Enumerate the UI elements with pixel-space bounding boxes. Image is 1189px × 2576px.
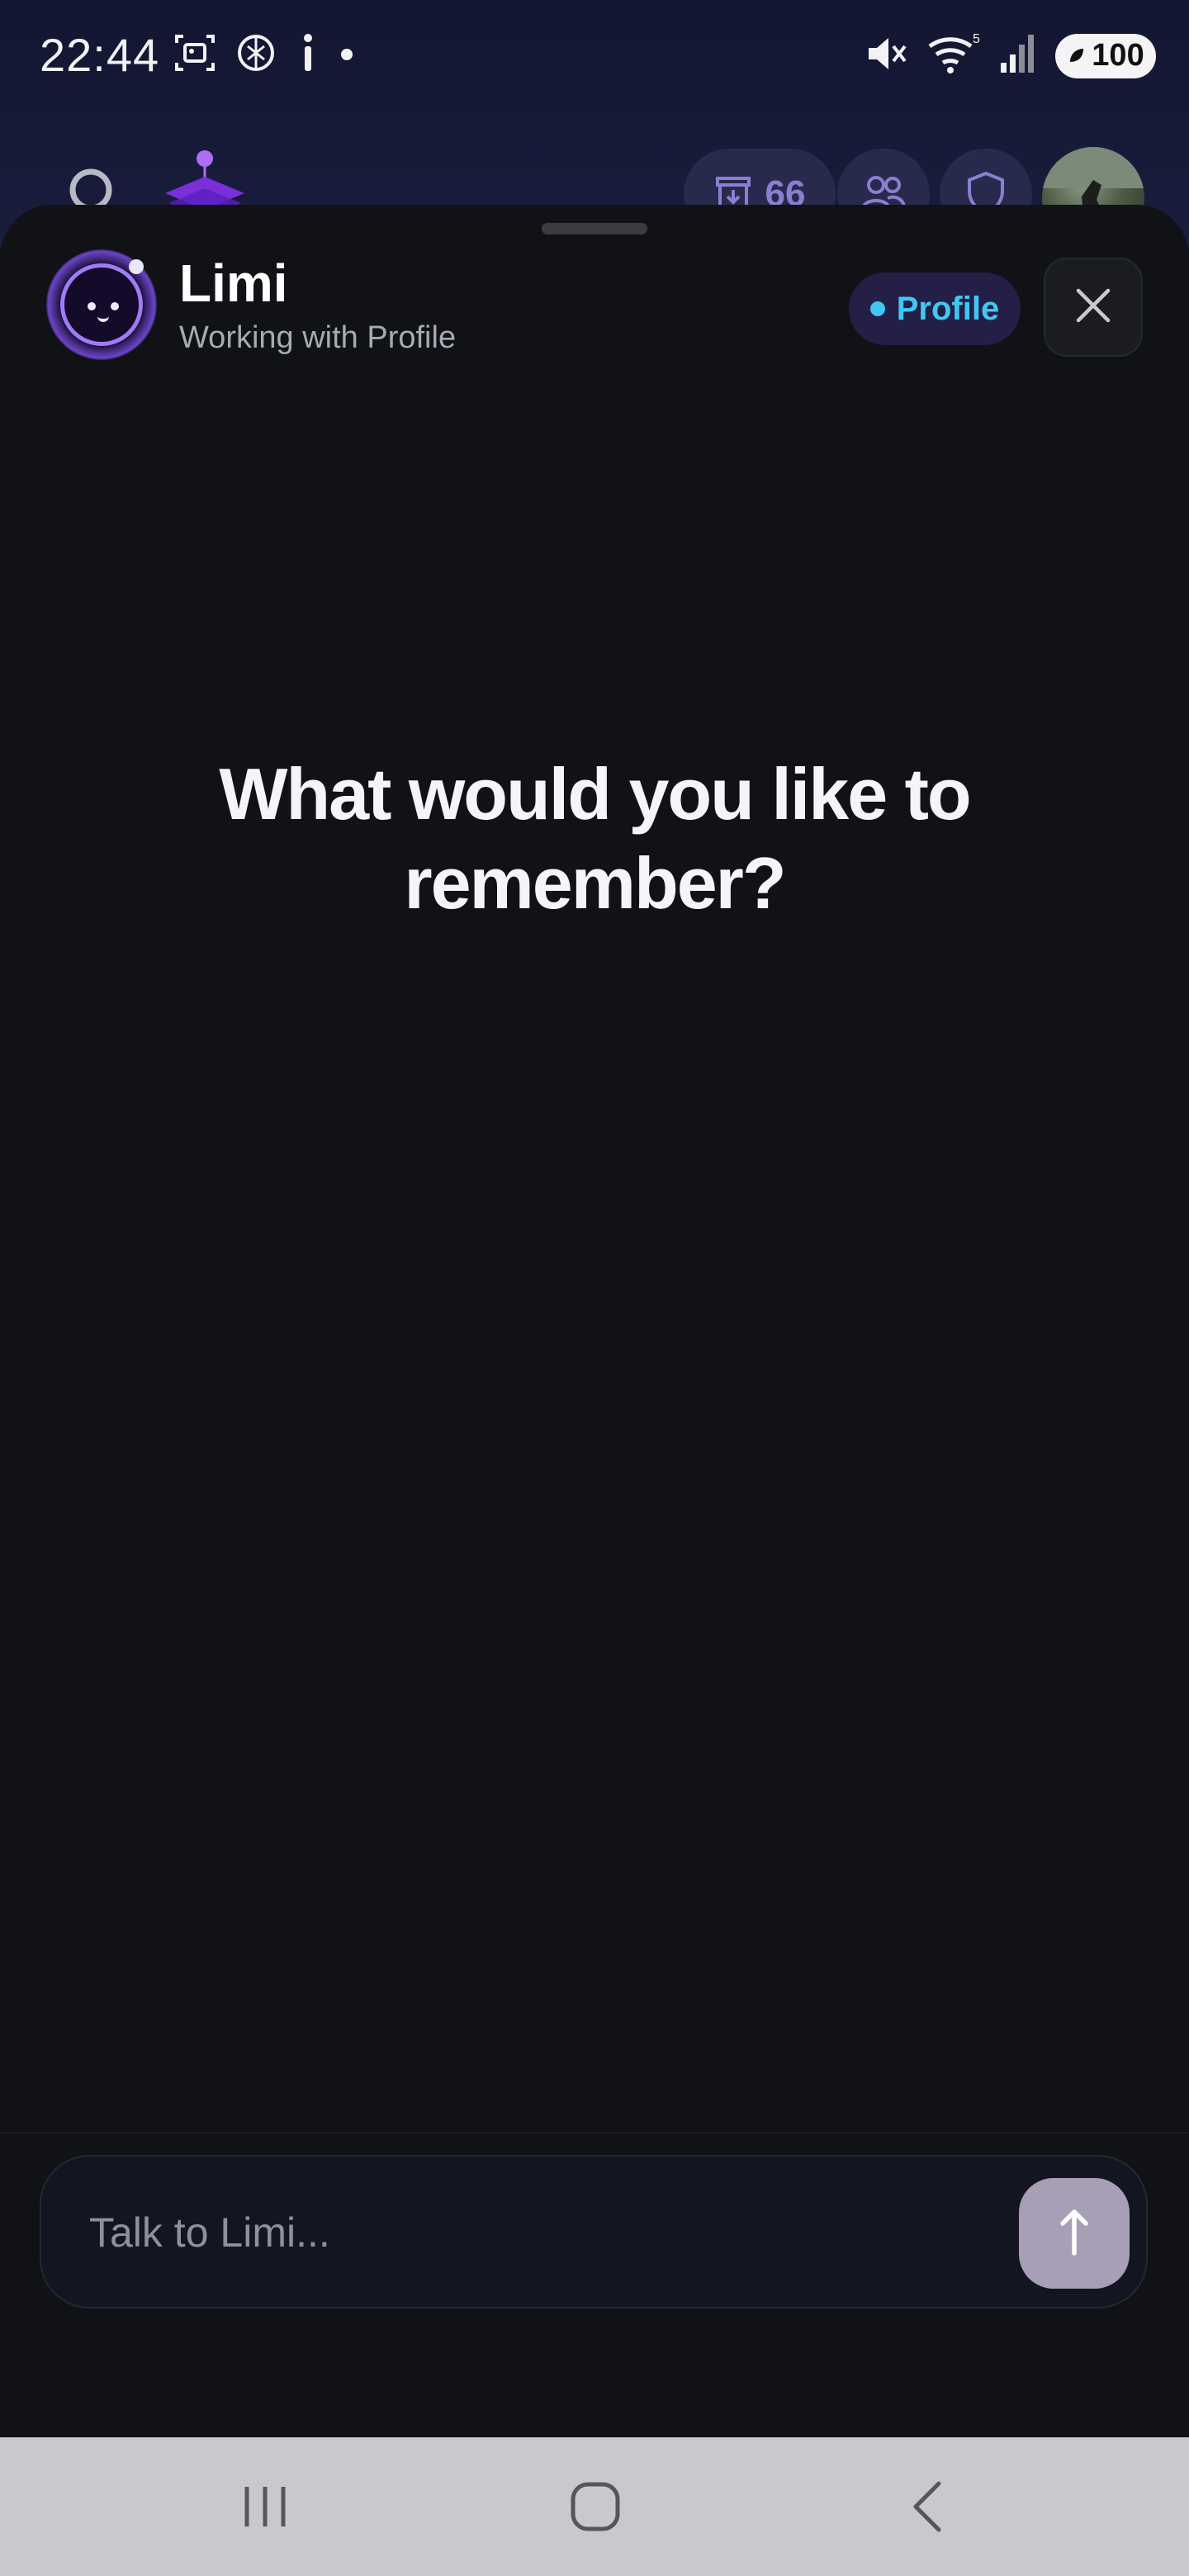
- assistant-subtitle: Working with Profile: [179, 320, 457, 355]
- limi-face-icon: [60, 263, 143, 346]
- send-button[interactable]: [1019, 2178, 1130, 2289]
- composer: [40, 2155, 1148, 2308]
- mute-icon: [864, 31, 908, 80]
- assistant-sheet: Limi Working with Profile Profile What w…: [0, 205, 1189, 2437]
- prompt-title: What would you like to remember?: [219, 753, 971, 924]
- recents-icon: [240, 2484, 290, 2534]
- back-button[interactable]: [882, 2467, 973, 2550]
- recents-button[interactable]: [220, 2467, 310, 2550]
- limi-avatar: [46, 249, 157, 360]
- screenshot-icon: [173, 31, 216, 74]
- close-icon: [1075, 287, 1111, 328]
- arrow-up-icon: [1058, 2207, 1091, 2261]
- composer-divider: [0, 2132, 1189, 2133]
- assistant-name: Limi: [179, 253, 288, 313]
- chatgpt-icon: [234, 31, 277, 74]
- back-icon: [907, 2480, 947, 2537]
- status-bar: 22:44 5 100: [0, 0, 1189, 111]
- chip-dot-icon: [869, 301, 885, 316]
- message-input[interactable]: [89, 2200, 915, 2266]
- battery-saver-icon: [1067, 38, 1087, 73]
- battery-level: 100: [1092, 38, 1144, 73]
- home-button[interactable]: [550, 2467, 641, 2550]
- status-time: 22:44: [40, 29, 160, 81]
- home-icon: [570, 2481, 621, 2536]
- limi-eye-left: [88, 302, 96, 310]
- battery-indicator: 100: [1055, 33, 1156, 78]
- info-icon: [296, 31, 320, 74]
- limi-eye-right: [111, 302, 119, 310]
- context-chip-label: Profile: [896, 290, 1000, 327]
- limi-mouth: [97, 315, 109, 322]
- close-button[interactable]: [1044, 258, 1143, 357]
- online-status-dot: [129, 259, 144, 274]
- svg-text:5: 5: [973, 32, 980, 46]
- drag-handle[interactable]: [542, 223, 647, 234]
- navigation-bar: [0, 2437, 1189, 2576]
- notification-dot-icon: [339, 31, 355, 74]
- context-chip-profile[interactable]: Profile: [849, 272, 1021, 345]
- signal-icon: [999, 31, 1037, 80]
- wifi-icon: 5: [926, 31, 981, 80]
